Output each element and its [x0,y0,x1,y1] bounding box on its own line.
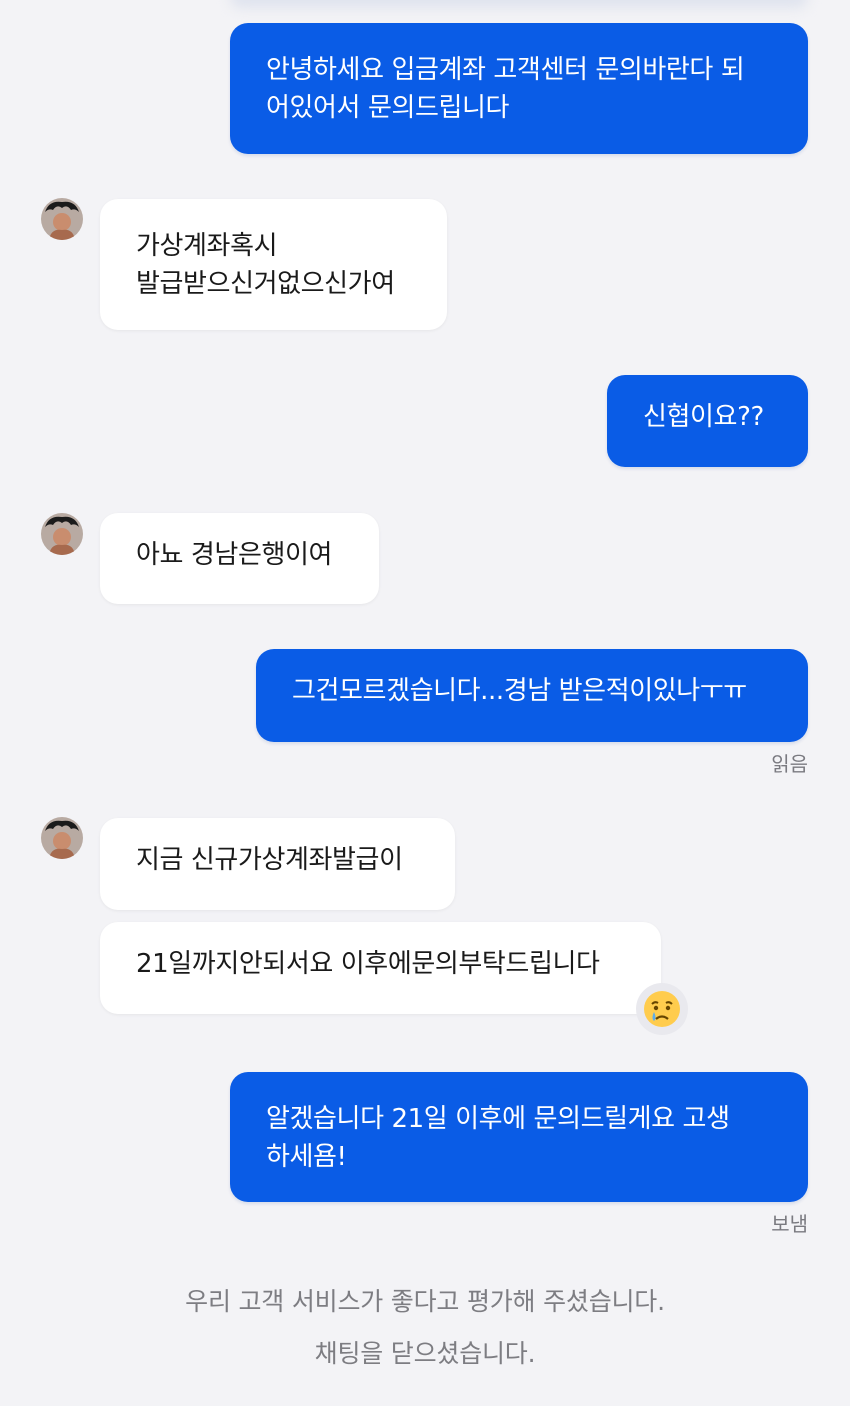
agent-avatar[interactable] [41,198,83,240]
outgoing-message[interactable]: 신협이요?? [607,375,808,467]
read-status: 읽음 [771,752,808,776]
chat-closed-notice: 채팅을 닫으셨습니다. [314,1339,536,1368]
agent-avatar[interactable] [41,817,83,859]
sent-status: 보냄 [771,1212,808,1236]
incoming-message[interactable]: 가상계좌혹시 발급받으신거없으신가여 [100,199,447,330]
avatar-image [41,513,83,555]
rating-notice: 우리 고객 서비스가 좋다고 평가해 주셨습니다. [185,1287,665,1316]
avatar-image [41,817,83,859]
agent-avatar[interactable] [41,513,83,555]
incoming-message[interactable]: 지금 신규가상계좌발급이 [100,818,455,910]
outgoing-message[interactable]: 알겠습니다 21일 이후에 문의드릴게요 고생 하세욤! [230,1072,808,1202]
avatar-image [41,198,83,240]
incoming-message[interactable]: 아뇨 경남은행이여 [100,513,379,604]
incoming-message[interactable]: 21일까지안되서요 이후에문의부탁드립니다 [100,922,661,1014]
crying-face-emoji-icon [644,991,680,1027]
previous-message-edge [230,0,808,8]
message-reaction[interactable] [636,983,688,1035]
outgoing-message[interactable]: 그건모르겠습니다...경남 받은적이있나ㅜㅠ [256,649,808,742]
outgoing-message[interactable]: 안녕하세요 입금계좌 고객센터 문의바란다 되 어있어서 문의드립니다 [230,23,808,154]
